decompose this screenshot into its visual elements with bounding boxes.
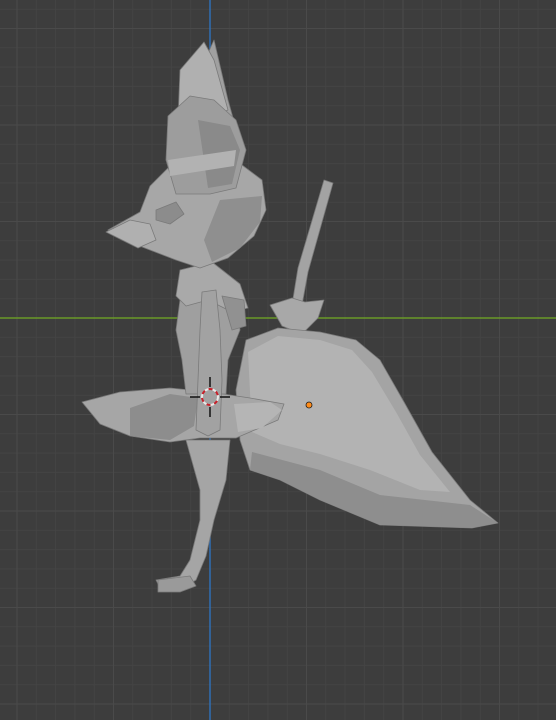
3d-viewport[interactable] <box>0 0 556 720</box>
object-origin-icon[interactable] <box>305 401 313 409</box>
viewport-canvas[interactable] <box>0 0 556 720</box>
